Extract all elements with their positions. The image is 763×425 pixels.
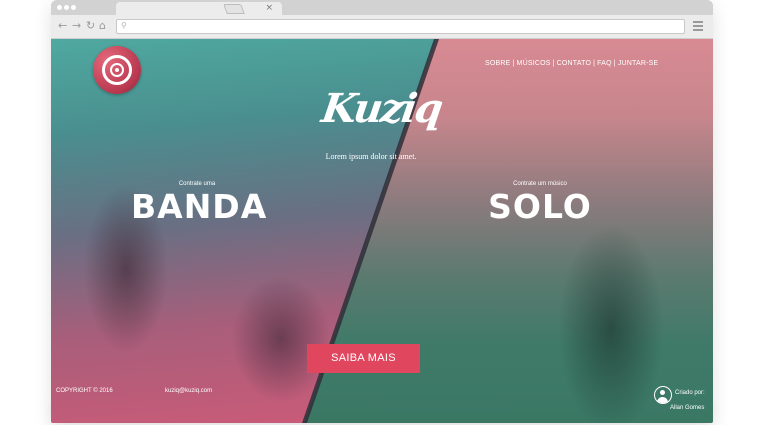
contact-email[interactable]: kuziq@kuziq.com <box>165 388 212 394</box>
title-bar: × <box>51 0 713 15</box>
nav-item-musicos[interactable]: MÚSICOS <box>517 60 551 67</box>
brand-logo: Kuziq <box>318 85 445 132</box>
credit-label: Criado por: <box>675 390 705 396</box>
back-icon[interactable]: ← <box>58 19 67 33</box>
home-icon[interactable]: ⌂ <box>99 19 106 33</box>
address-bar[interactable]: ⚲ <box>116 19 685 34</box>
search-icon: ⚲ <box>121 21 127 30</box>
forward-icon[interactable]: → <box>72 19 81 33</box>
nav-item-juntar-se[interactable]: JUNTAR-SE <box>618 60 659 67</box>
browser-tab[interactable]: × <box>116 2 282 15</box>
main-nav: SOBRE | MÚSICOS | CONTATO | FAQ | JUNTAR-SE <box>485 60 659 67</box>
tab-close-icon[interactable]: × <box>265 2 273 15</box>
saiba-mais-button[interactable]: SAIBA MAIS <box>307 344 420 373</box>
nav-item-faq[interactable]: FAQ <box>597 60 612 67</box>
browser-window: × ← → ↻ ⌂ ⚲ SOBRE | MÚSICOS | CONTATO | FAQ | JU… <box>51 0 713 423</box>
band-heading[interactable]: BANDA <box>131 189 266 225</box>
tagline: Lorem ipsum dolor sit amet. <box>325 152 417 161</box>
window-maximize-dot[interactable] <box>71 5 76 10</box>
solo-heading[interactable]: SOLO <box>478 189 602 225</box>
nav-item-sobre[interactable]: SOBRE <box>485 60 511 67</box>
new-tab-button[interactable] <box>223 4 245 14</box>
nav-item-contato[interactable]: CONTATO <box>557 60 591 67</box>
copyright: COPYRIGHT © 2016 <box>56 388 113 394</box>
user-avatar-icon <box>654 386 672 404</box>
vinyl-disc-icon[interactable] <box>93 46 141 94</box>
credit-name[interactable]: Allan Gomes <box>670 405 704 411</box>
hamburger-menu-icon[interactable] <box>693 21 703 31</box>
window-minimize-dot[interactable] <box>64 5 69 10</box>
browser-toolbar: ← → ↻ ⌂ ⚲ <box>51 15 713 39</box>
reload-icon[interactable]: ↻ <box>86 19 95 33</box>
window-close-dot[interactable] <box>57 5 62 10</box>
web-page: SOBRE | MÚSICOS | CONTATO | FAQ | JUNTAR-SE Kuzi… <box>51 39 713 423</box>
